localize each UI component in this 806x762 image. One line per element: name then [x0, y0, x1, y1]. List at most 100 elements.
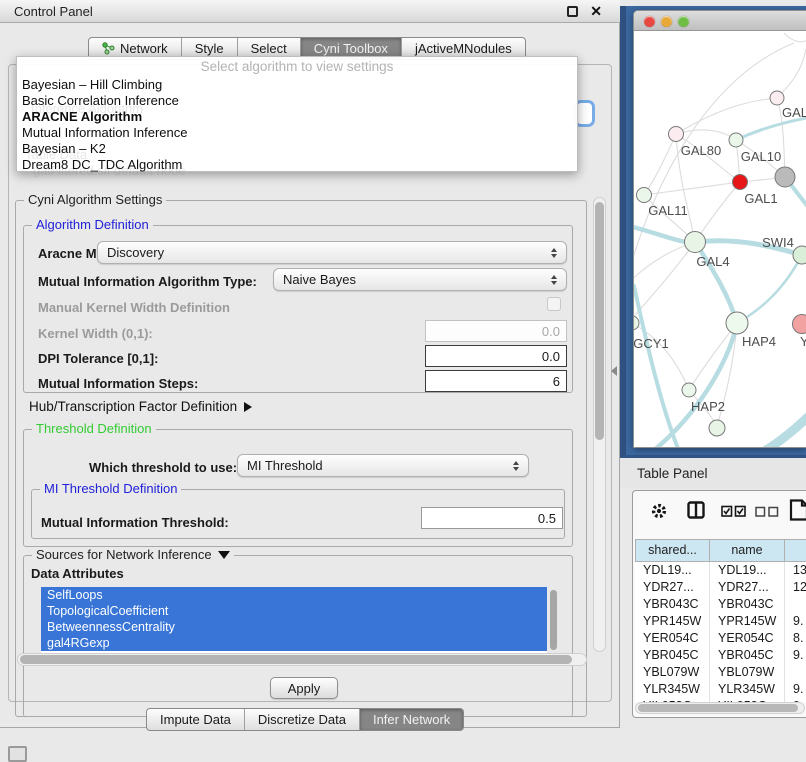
- network-node[interactable]: [775, 167, 795, 187]
- page-icon[interactable]: [789, 499, 806, 521]
- network-node[interactable]: [793, 315, 806, 334]
- table-cell[interactable]: YDR27...: [635, 579, 710, 596]
- node-label: HAP4: [742, 334, 776, 349]
- table-cell[interactable]: YER054C: [710, 630, 785, 647]
- table-cell[interactable]: [785, 596, 806, 613]
- background-hint: galFiltered.sif default node: [33, 163, 185, 178]
- network-node[interactable]: [726, 312, 748, 334]
- network-node[interactable]: [733, 175, 748, 190]
- table-cell[interactable]: YDL19...: [710, 562, 785, 579]
- table-cell[interactable]: YLR345W: [635, 681, 710, 698]
- table-cell[interactable]: YBL079W: [635, 664, 710, 681]
- manual-kernel-checkbox[interactable]: [547, 297, 561, 311]
- table-cell[interactable]: 12: [785, 579, 806, 596]
- network-node[interactable]: [669, 127, 684, 142]
- float-icon[interactable]: [567, 6, 578, 17]
- mi-steps-input[interactable]: 6: [425, 370, 567, 392]
- aracne-mode-select[interactable]: Discovery: [97, 241, 567, 264]
- tab-label: jActiveMNodules: [415, 41, 512, 56]
- table-row[interactable]: YPR145WYPR145W9.: [635, 613, 806, 630]
- network-window-titlebar[interactable]: [634, 11, 806, 31]
- table-cell[interactable]: YER054C: [635, 630, 710, 647]
- network-node[interactable]: [770, 91, 784, 105]
- table-row[interactable]: YLR345WYLR345W9.: [635, 681, 806, 698]
- attribute-list-item[interactable]: gal4RGexp: [41, 635, 547, 651]
- table-cell[interactable]: YBR045C: [710, 647, 785, 664]
- mi-algorithm-type-select[interactable]: Naive Bayes: [273, 268, 567, 291]
- dpi-tolerance-label: DPI Tolerance [0,1]:: [38, 351, 158, 366]
- table-cell[interactable]: YPR145W: [710, 613, 785, 630]
- tab-discretize-data[interactable]: Discretize Data: [244, 709, 359, 730]
- close-window-icon[interactable]: [644, 16, 655, 27]
- node-label: Y: [800, 334, 806, 349]
- algorithm-option[interactable]: Bayesian – Hill Climbing: [17, 77, 577, 93]
- table-cell[interactable]: 13: [785, 562, 806, 579]
- data-attributes-list[interactable]: SelfLoopsTopologicalCoefficientBetweenne…: [41, 587, 547, 653]
- chevron-down-icon[interactable]: [218, 551, 230, 559]
- settings-horizontal-scrollbar[interactable]: [17, 653, 587, 666]
- table-cell[interactable]: YDL19...: [635, 562, 710, 579]
- network-node[interactable]: [682, 383, 696, 397]
- which-threshold-select[interactable]: MI Threshold: [237, 454, 529, 477]
- table-cell[interactable]: YLR345W: [710, 681, 785, 698]
- tab-label: Network: [120, 41, 168, 56]
- network-node[interactable]: [685, 232, 706, 253]
- table-row[interactable]: YBR045CYBR045C9.: [635, 647, 806, 664]
- table-header-row: shared... name A: [635, 539, 806, 562]
- table-body[interactable]: YDL19...YDL19...13YDR27...YDR27...12YBR0…: [635, 562, 806, 702]
- table-cell[interactable]: YBR045C: [635, 647, 710, 664]
- network-node[interactable]: [709, 420, 725, 436]
- minimize-window-icon[interactable]: [661, 16, 672, 27]
- deselect-all-icon[interactable]: [755, 506, 779, 517]
- table-cell[interactable]: [785, 664, 806, 681]
- mi-threshold-input[interactable]: 0.5: [421, 507, 563, 529]
- table-cell[interactable]: 9.: [785, 613, 806, 630]
- table-row[interactable]: YDR27...YDR27...12: [635, 579, 806, 596]
- tab-label: Cyni Toolbox: [314, 41, 388, 56]
- docked-panel-icon[interactable]: [8, 746, 27, 762]
- tab-infer-network[interactable]: Infer Network: [359, 709, 463, 730]
- network-canvas[interactable]: GALGAL80GAL10GAL1GAL11SWI4GAL4GCY1HAP4YH…: [634, 31, 806, 448]
- chevron-right-icon: [244, 402, 252, 412]
- which-threshold-label: Which threshold to use:: [89, 460, 237, 475]
- close-icon[interactable]: ✕: [590, 3, 602, 20]
- tab-impute-data[interactable]: Impute Data: [147, 709, 244, 730]
- network-node[interactable]: [729, 133, 743, 147]
- attribute-list-item[interactable]: TopologicalCoefficient: [41, 603, 547, 619]
- column-header-name[interactable]: name: [710, 539, 785, 562]
- table-cell[interactable]: 8.: [785, 630, 806, 647]
- algorithm-option[interactable]: Bayesian – K2: [17, 141, 577, 157]
- dpi-tolerance-input[interactable]: 0.0: [425, 345, 567, 367]
- apply-button[interactable]: Apply: [270, 677, 338, 699]
- hub-definition-expander[interactable]: Hub/Transcription Factor Definition: [29, 399, 252, 414]
- table-cell[interactable]: 9.: [785, 681, 806, 698]
- table-cell[interactable]: YBR043C: [710, 596, 785, 613]
- list-scrollbar[interactable]: [549, 589, 558, 649]
- table-row[interactable]: YDL19...YDL19...13: [635, 562, 806, 579]
- attribute-list-item[interactable]: BetweennessCentrality: [41, 619, 547, 635]
- algorithm-option[interactable]: Mutual Information Inference: [17, 125, 577, 141]
- select-all-icon[interactable]: [721, 505, 747, 517]
- maximize-window-icon[interactable]: [678, 16, 689, 27]
- splitter-collapse-arrow-icon[interactable]: [611, 366, 617, 376]
- table-row[interactable]: YBR043CYBR043C: [635, 596, 806, 613]
- network-node[interactable]: [793, 246, 806, 264]
- column-view-icon[interactable]: [687, 501, 705, 519]
- table-cell[interactable]: YDR27...: [710, 579, 785, 596]
- column-header-shared-name[interactable]: shared...: [635, 539, 710, 562]
- table-cell[interactable]: YBL079W: [710, 664, 785, 681]
- table-row[interactable]: YBL079WYBL079W: [635, 664, 806, 681]
- table-cell[interactable]: YBR043C: [635, 596, 710, 613]
- table-cell[interactable]: 9.: [785, 647, 806, 664]
- gear-icon[interactable]: [650, 502, 668, 520]
- table-horizontal-scrollbar[interactable]: [635, 702, 805, 714]
- network-node[interactable]: [634, 316, 639, 330]
- group-title: Threshold Definition: [32, 421, 156, 436]
- table-row[interactable]: YER054CYER054C8.: [635, 630, 806, 647]
- network-node[interactable]: [637, 188, 652, 203]
- attribute-list-item[interactable]: SelfLoops: [41, 587, 547, 603]
- column-header-a[interactable]: A: [785, 539, 806, 562]
- kernel-width-input[interactable]: 0.0: [425, 320, 567, 342]
- table-cell[interactable]: YPR145W: [635, 613, 710, 630]
- settings-vertical-scrollbar[interactable]: [593, 197, 606, 652]
